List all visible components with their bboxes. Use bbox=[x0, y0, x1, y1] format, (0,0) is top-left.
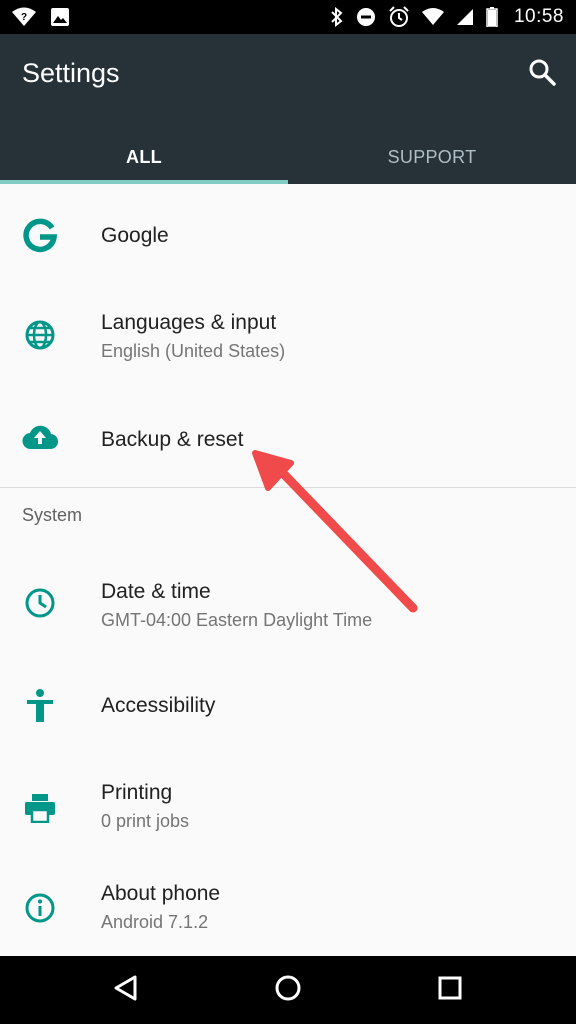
cloud-upload-icon bbox=[20, 417, 60, 457]
list-item-google[interactable]: Google bbox=[0, 184, 576, 284]
item-subtitle: 0 print jobs bbox=[101, 811, 190, 831]
recents-button[interactable] bbox=[430, 970, 470, 1010]
info-icon bbox=[20, 888, 60, 928]
item-subtitle: GMT-04:00 Eastern Daylight Time bbox=[101, 610, 373, 630]
app-bar: Settings ALL SUPPORT bbox=[0, 34, 576, 184]
item-title: Languages & input bbox=[101, 311, 277, 334]
svg-text:?: ? bbox=[21, 12, 27, 23]
tab-support[interactable]: SUPPORT bbox=[288, 130, 576, 184]
settings-list: Google Languages & input English (United… bbox=[0, 184, 576, 956]
status-time: 10:58 bbox=[513, 6, 564, 27]
cell-signal-icon bbox=[456, 8, 474, 26]
list-item-backup-reset[interactable]: Backup & reset bbox=[0, 388, 576, 488]
tab-all[interactable]: ALL bbox=[0, 130, 288, 184]
wifi-icon bbox=[421, 8, 444, 26]
divider bbox=[0, 487, 576, 488]
home-icon bbox=[274, 974, 302, 1007]
status-bar: ? 10:58 bbox=[0, 0, 576, 34]
bluetooth-icon bbox=[330, 7, 344, 27]
battery-icon bbox=[486, 7, 498, 27]
item-title: Printing bbox=[101, 781, 173, 804]
item-title: Date & time bbox=[101, 580, 211, 603]
tab-bar: ALL SUPPORT bbox=[0, 130, 576, 184]
globe-icon bbox=[20, 315, 60, 355]
item-title: Backup & reset bbox=[101, 428, 244, 451]
alarm-icon bbox=[388, 6, 410, 28]
item-title: Google bbox=[101, 224, 169, 247]
google-icon bbox=[20, 216, 60, 256]
list-item-accessibility[interactable]: Accessibility bbox=[0, 656, 576, 756]
image-icon bbox=[50, 7, 70, 27]
recents-icon bbox=[438, 976, 462, 1005]
list-item-date-time[interactable]: Date & time GMT-04:00 Eastern Daylight T… bbox=[0, 552, 576, 656]
search-button[interactable] bbox=[526, 58, 558, 90]
item-subtitle: Android 7.1.2 bbox=[101, 912, 209, 932]
section-header-system: System bbox=[22, 505, 83, 525]
page-title: Settings bbox=[22, 58, 120, 88]
item-title: About phone bbox=[101, 882, 221, 905]
wifi-question-icon: ? bbox=[12, 7, 36, 27]
back-button[interactable] bbox=[106, 970, 146, 1010]
accessibility-icon bbox=[20, 686, 60, 726]
home-button[interactable] bbox=[268, 970, 308, 1010]
item-title: Accessibility bbox=[101, 694, 216, 717]
item-subtitle: English (United States) bbox=[101, 341, 286, 361]
clock-icon bbox=[20, 583, 60, 623]
list-item-about-phone[interactable]: About phone Android 7.1.2 bbox=[0, 860, 576, 956]
navigation-bar bbox=[0, 956, 576, 1024]
back-icon bbox=[113, 974, 139, 1007]
list-item-printing[interactable]: Printing 0 print jobs bbox=[0, 756, 576, 860]
list-item-languages[interactable]: Languages & input English (United States… bbox=[0, 284, 576, 388]
search-icon bbox=[528, 58, 556, 91]
printer-icon bbox=[20, 788, 60, 828]
do-not-disturb-icon bbox=[356, 7, 376, 27]
